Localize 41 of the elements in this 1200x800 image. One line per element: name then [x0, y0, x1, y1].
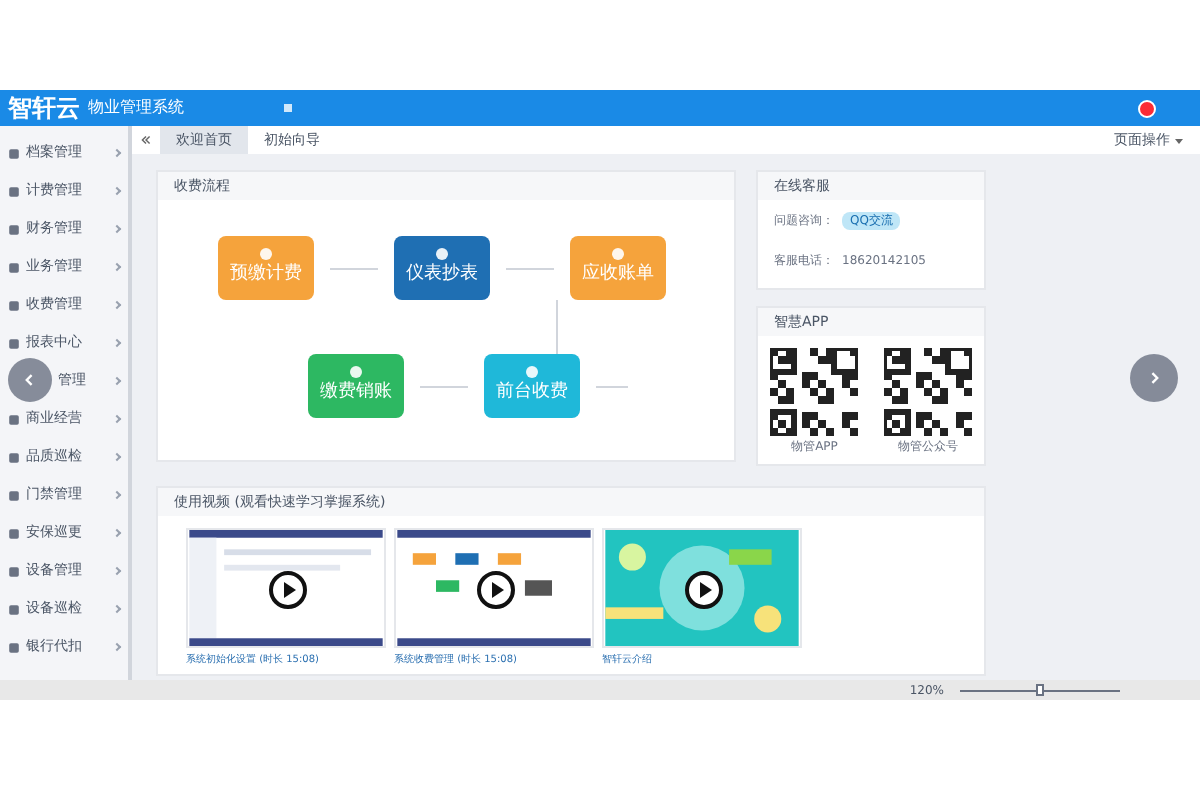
chevron-icon [112, 566, 122, 576]
chevron-left-icon [22, 372, 38, 388]
zoom-slider-thumb[interactable] [1036, 684, 1044, 696]
menu-item-icon [8, 223, 20, 235]
chevron-icon [112, 338, 122, 348]
play-icon[interactable] [476, 570, 516, 610]
chevron-icon [112, 186, 122, 196]
chevron-icon [112, 414, 122, 424]
play-icon[interactable] [268, 570, 308, 610]
menu-item-icon [8, 413, 20, 425]
chevron-icon [112, 262, 122, 272]
menu-item-icon [8, 451, 20, 463]
menu-item-icon [8, 603, 20, 615]
menu-item-icon [8, 185, 20, 197]
menu-item-icon [8, 147, 20, 159]
app-title: 物业管理系统 [88, 96, 184, 120]
menu-item-icon [8, 641, 20, 653]
chevron-icon [112, 452, 122, 462]
avatar-icon[interactable] [1138, 99, 1156, 117]
scroll-left-icon[interactable] [140, 134, 152, 146]
flow-step[interactable]: 仪表抄表 [394, 236, 490, 300]
caret-icon [1174, 135, 1184, 145]
chevron-icon [112, 148, 122, 158]
chevron-icon [112, 224, 122, 234]
chevron-right-icon [1146, 370, 1162, 386]
qr-code [770, 348, 859, 436]
square-icon [284, 104, 292, 112]
chevron-icon [112, 642, 122, 652]
menu-item-icon [8, 337, 20, 349]
menu-item-icon [8, 489, 20, 501]
chevron-icon [112, 490, 122, 500]
menu-item-icon [8, 299, 20, 311]
qr-code [883, 348, 972, 436]
logo: 智轩云 [8, 92, 80, 126]
chevron-icon [112, 528, 122, 538]
menu-item-icon [8, 565, 20, 577]
chevron-icon [112, 376, 122, 386]
menu-item-icon [8, 261, 20, 273]
chevron-icon [112, 300, 122, 310]
chevron-icon [112, 604, 122, 614]
menu-item-icon [8, 527, 20, 539]
